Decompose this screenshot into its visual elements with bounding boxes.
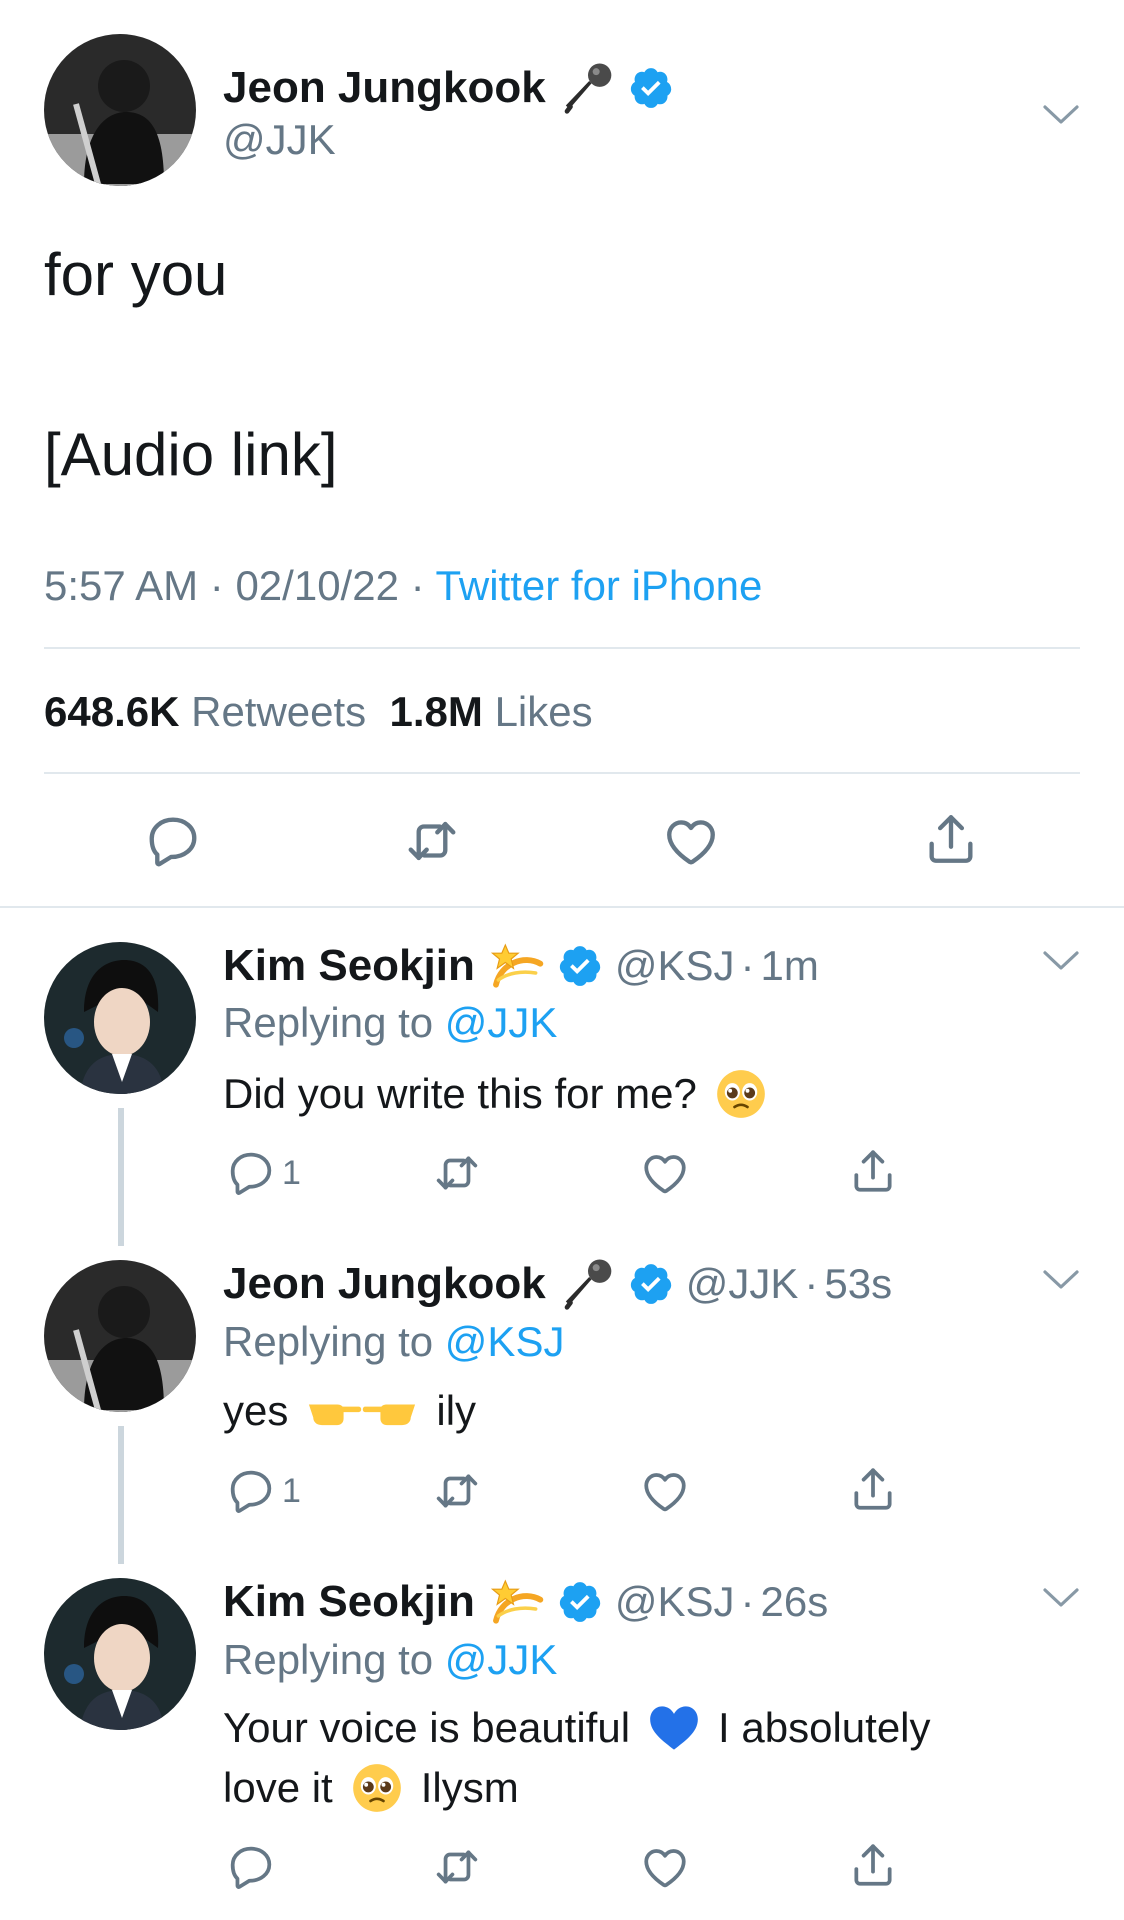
retweet-icon[interactable] — [432, 1842, 482, 1892]
dizzy-emoji-icon — [489, 1574, 545, 1630]
reply3-author-name-row: Kim Seokjin @KSJ · 26s — [223, 1574, 828, 1630]
replying-label: Replying to — [223, 999, 434, 1046]
reply2-replying-to: Replying to @KSJ — [223, 1318, 564, 1366]
reply1-author-handle[interactable]: @KSJ — [615, 942, 735, 990]
separator: · — [740, 1578, 755, 1625]
reply-icon[interactable] — [144, 812, 202, 870]
reply3-replying-to: Replying to @JJK — [223, 1636, 557, 1684]
reply-icon[interactable] — [226, 1148, 276, 1198]
divider — [44, 772, 1080, 774]
reply1-time[interactable]: 1m — [761, 942, 819, 990]
chevron-down-icon[interactable] — [1042, 103, 1080, 127]
main-tweet-stats: 648.6K Retweets 1.8M Likes — [44, 688, 593, 736]
retweet-icon[interactable] — [432, 1466, 482, 1516]
verified-badge-icon — [557, 1579, 603, 1625]
reply-count: 1 — [282, 1471, 301, 1510]
chevron-down-icon[interactable] — [1042, 949, 1080, 973]
reply1-author-name[interactable]: Kim Seokjin — [223, 941, 475, 991]
thread-line — [118, 1108, 124, 1246]
chevron-down-icon[interactable] — [1042, 1586, 1080, 1610]
reply2-author-name[interactable]: Jeon Jungkook — [223, 1259, 546, 1309]
replying-label: Replying to — [223, 1636, 434, 1683]
like-icon[interactable] — [640, 1148, 690, 1198]
likes-label: Likes — [494, 688, 593, 735]
microphone-emoji-icon — [560, 60, 616, 116]
main-author-name[interactable]: Jeon Jungkook — [223, 63, 546, 113]
separator: · — [209, 562, 224, 609]
pleading-face-emoji-icon — [715, 1068, 767, 1120]
replying-to-handle[interactable]: @JJK — [445, 999, 558, 1046]
reply3-author-name[interactable]: Kim Seokjin — [223, 1577, 475, 1627]
separator: · — [410, 562, 425, 609]
reply-icon[interactable] — [226, 1842, 276, 1892]
share-icon[interactable] — [848, 1464, 898, 1514]
separator: · — [804, 1260, 819, 1307]
reply3-text-line2: love it Ilysm — [223, 1762, 519, 1814]
separator: · — [740, 942, 755, 989]
pleading-face-emoji-icon — [351, 1762, 403, 1814]
reply2-reply-action[interactable]: 1 — [226, 1466, 301, 1516]
share-icon[interactable] — [922, 810, 980, 868]
tweet-source-link[interactable]: Twitter for iPhone — [436, 562, 763, 609]
replying-to-handle[interactable]: @KSJ — [445, 1318, 565, 1365]
main-tweet-meta: 5:57 AM · 02/10/22 · Twitter for iPhone — [44, 562, 762, 610]
retweet-icon[interactable] — [432, 1148, 482, 1198]
reply3-text-part2: I absolutely — [718, 1704, 931, 1751]
reply-author-avatar[interactable] — [44, 1578, 196, 1730]
divider — [44, 647, 1080, 649]
like-icon[interactable] — [640, 1842, 690, 1892]
reply2-author-name-row: Jeon Jungkook @JJK · 53s — [223, 1256, 892, 1312]
reply2-text-after: ily — [436, 1387, 477, 1434]
reply-author-avatar[interactable] — [44, 1260, 196, 1412]
reply3-time[interactable]: 26s — [761, 1578, 829, 1626]
divider — [0, 906, 1124, 908]
retweet-icon[interactable] — [403, 812, 461, 870]
fingers-pointing-emoji-icon — [302, 1385, 422, 1437]
thread-line — [118, 1426, 124, 1564]
reply-icon[interactable] — [226, 1466, 276, 1516]
reply1-text-content: Did you write this for me? — [223, 1070, 697, 1117]
verified-badge-icon — [557, 943, 603, 989]
reply3-text-part1: Your voice is beautiful — [223, 1704, 631, 1751]
reply1-replying-to: Replying to @JJK — [223, 999, 557, 1047]
reply-author-avatar[interactable] — [44, 942, 196, 1094]
verified-badge-icon — [628, 1261, 674, 1307]
reply3-text-part3: love it — [223, 1764, 333, 1811]
reply3-text-line1: Your voice is beautiful I absolutely — [223, 1702, 931, 1754]
reply2-time[interactable]: 53s — [824, 1260, 892, 1308]
reply2-author-handle[interactable]: @JJK — [686, 1260, 799, 1308]
replying-label: Replying to — [223, 1318, 434, 1365]
tweet-time: 5:57 AM — [44, 562, 199, 609]
dizzy-emoji-icon — [489, 938, 545, 994]
like-icon[interactable] — [640, 1466, 690, 1516]
replying-to-handle[interactable]: @JJK — [445, 1636, 558, 1683]
reply1-author-name-row: Kim Seokjin @KSJ · 1m — [223, 938, 819, 994]
share-icon[interactable] — [848, 1146, 898, 1196]
main-author-avatar[interactable] — [44, 34, 196, 186]
retweets-count: 648.6K — [44, 688, 180, 735]
share-icon[interactable] — [848, 1840, 898, 1890]
retweets-label: Retweets — [191, 688, 367, 735]
reply1-text: Did you write this for me? — [223, 1068, 767, 1120]
reply3-text-part4: Ilysm — [420, 1764, 519, 1811]
main-author-handle[interactable]: @JJK — [223, 116, 336, 164]
main-author-name-row: Jeon Jungkook — [223, 60, 674, 116]
reply2-text: yes ily — [223, 1385, 476, 1437]
main-tweet-text-line2: [Audio link] — [44, 421, 338, 488]
likes-stat[interactable]: 1.8M Likes — [390, 688, 593, 735]
reply1-reply-action[interactable]: 1 — [226, 1148, 301, 1198]
likes-count: 1.8M — [389, 688, 483, 735]
microphone-emoji-icon — [560, 1256, 616, 1312]
reply2-text-before: yes — [223, 1387, 289, 1434]
retweets-stat[interactable]: 648.6K Retweets — [44, 688, 366, 735]
blue-heart-emoji-icon — [648, 1702, 700, 1754]
chevron-down-icon[interactable] — [1042, 1268, 1080, 1292]
main-tweet-text-line1: for you — [44, 241, 228, 308]
like-icon[interactable] — [662, 812, 720, 870]
tweet-date[interactable]: 02/10/22 — [235, 562, 399, 609]
reply-count: 1 — [282, 1153, 301, 1192]
verified-badge-icon — [628, 65, 674, 111]
reply3-author-handle[interactable]: @KSJ — [615, 1578, 735, 1626]
